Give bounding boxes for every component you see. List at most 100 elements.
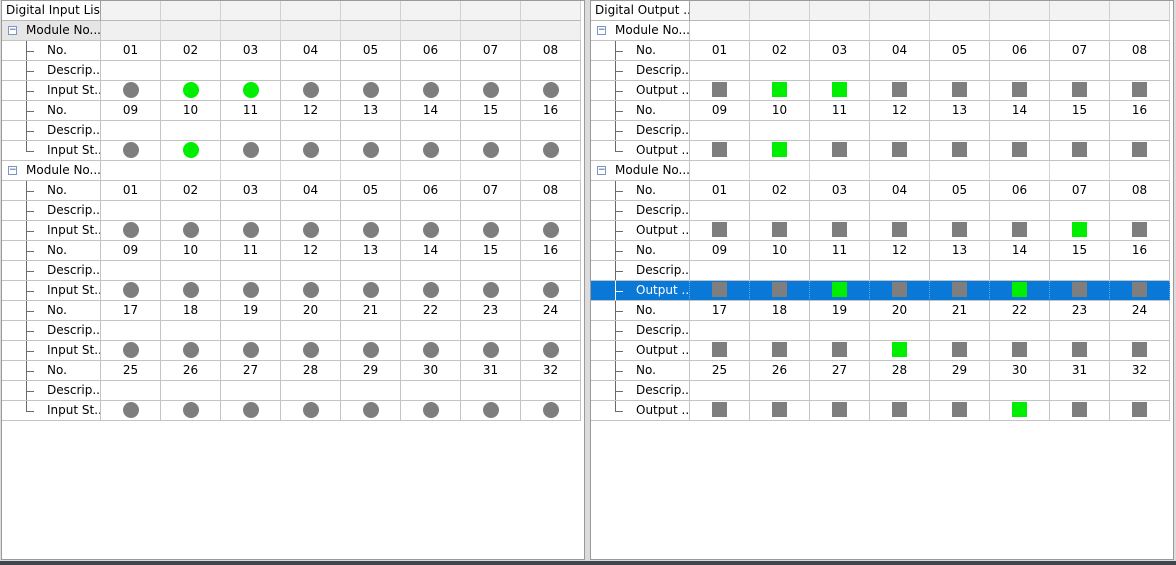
status-cell[interactable] <box>870 401 930 421</box>
status-cell[interactable] <box>461 401 521 421</box>
description-cell[interactable] <box>1050 61 1110 81</box>
status-cell[interactable] <box>810 281 870 301</box>
status-cell[interactable] <box>401 401 461 421</box>
description-cell[interactable] <box>750 201 810 221</box>
number-cell[interactable]: 03 <box>810 41 870 61</box>
status-cell[interactable] <box>101 221 161 241</box>
description-cell[interactable] <box>930 61 990 81</box>
number-cell[interactable]: 01 <box>101 181 161 201</box>
number-cell[interactable]: 02 <box>750 41 810 61</box>
number-row[interactable]: No. 25 26 27 28 29 30 31 32 <box>591 361 1173 381</box>
number-cell[interactable]: 01 <box>690 41 750 61</box>
description-cell[interactable] <box>461 61 521 81</box>
number-cell[interactable]: 23 <box>1050 301 1110 321</box>
status-cell[interactable] <box>750 81 810 101</box>
description-cell[interactable] <box>161 321 221 341</box>
description-cell[interactable] <box>341 261 401 281</box>
description-cell[interactable] <box>870 201 930 221</box>
status-cell[interactable] <box>1110 221 1170 241</box>
status-cell[interactable] <box>521 221 581 241</box>
description-cell[interactable] <box>461 381 521 401</box>
number-cell[interactable]: 02 <box>161 181 221 201</box>
description-cell[interactable] <box>341 61 401 81</box>
description-cell[interactable] <box>221 201 281 221</box>
status-cell[interactable] <box>161 401 221 421</box>
status-cell[interactable] <box>281 281 341 301</box>
description-cell[interactable] <box>690 121 750 141</box>
description-cell[interactable] <box>930 381 990 401</box>
description-cell[interactable] <box>990 201 1050 221</box>
status-cell[interactable] <box>521 341 581 361</box>
number-cell[interactable]: 27 <box>810 361 870 381</box>
column-header[interactable] <box>990 1 1050 21</box>
description-cell[interactable] <box>750 321 810 341</box>
status-cell[interactable] <box>161 221 221 241</box>
status-cell[interactable] <box>990 401 1050 421</box>
status-cell[interactable] <box>221 141 281 161</box>
status-cell[interactable] <box>810 221 870 241</box>
number-cell[interactable]: 13 <box>930 101 990 121</box>
description-cell[interactable] <box>401 261 461 281</box>
description-cell[interactable] <box>1050 381 1110 401</box>
number-cell[interactable]: 06 <box>990 41 1050 61</box>
collapse-icon[interactable]: − <box>8 26 17 35</box>
number-cell[interactable]: 03 <box>221 41 281 61</box>
status-row[interactable]: Input St... <box>2 341 584 361</box>
number-cell[interactable]: 25 <box>101 361 161 381</box>
description-cell[interactable] <box>461 261 521 281</box>
digital-input-panel[interactable]: Digital Input List − Module No... No. 01 02 03… <box>1 0 585 560</box>
column-header[interactable] <box>401 1 461 21</box>
number-cell[interactable]: 32 <box>521 361 581 381</box>
status-cell[interactable] <box>521 401 581 421</box>
status-cell[interactable] <box>341 401 401 421</box>
status-cell[interactable] <box>161 281 221 301</box>
number-cell[interactable]: 15 <box>1050 241 1110 261</box>
number-cell[interactable]: 15 <box>461 241 521 261</box>
number-cell[interactable]: 09 <box>690 101 750 121</box>
status-cell[interactable] <box>750 141 810 161</box>
number-cell[interactable]: 30 <box>401 361 461 381</box>
status-cell[interactable] <box>221 221 281 241</box>
description-cell[interactable] <box>1110 121 1170 141</box>
description-cell[interactable] <box>521 121 581 141</box>
status-cell[interactable] <box>930 141 990 161</box>
description-cell[interactable] <box>521 381 581 401</box>
description-cell[interactable] <box>1050 201 1110 221</box>
number-cell[interactable]: 30 <box>990 361 1050 381</box>
status-cell[interactable] <box>690 141 750 161</box>
description-cell[interactable] <box>690 201 750 221</box>
number-cell[interactable]: 06 <box>401 41 461 61</box>
description-cell[interactable] <box>810 201 870 221</box>
number-cell[interactable]: 31 <box>1050 361 1110 381</box>
number-cell[interactable]: 16 <box>1110 101 1170 121</box>
number-cell[interactable]: 19 <box>221 301 281 321</box>
status-cell[interactable] <box>990 81 1050 101</box>
description-cell[interactable] <box>461 321 521 341</box>
number-cell[interactable]: 10 <box>161 241 221 261</box>
number-cell[interactable]: 06 <box>990 181 1050 201</box>
status-cell[interactable] <box>810 81 870 101</box>
status-cell[interactable] <box>221 281 281 301</box>
description-cell[interactable] <box>1050 321 1110 341</box>
number-cell[interactable]: 17 <box>690 301 750 321</box>
number-cell[interactable]: 16 <box>1110 241 1170 261</box>
column-header[interactable] <box>870 1 930 21</box>
description-cell[interactable] <box>341 321 401 341</box>
status-row[interactable]: Input St... <box>2 221 584 241</box>
description-cell[interactable] <box>750 381 810 401</box>
status-cell[interactable] <box>461 141 521 161</box>
number-cell[interactable]: 13 <box>341 241 401 261</box>
status-cell[interactable] <box>221 341 281 361</box>
description-cell[interactable] <box>750 121 810 141</box>
status-cell[interactable] <box>1050 341 1110 361</box>
status-cell[interactable] <box>341 341 401 361</box>
description-cell[interactable] <box>161 201 221 221</box>
number-cell[interactable]: 12 <box>281 101 341 121</box>
description-cell[interactable] <box>281 201 341 221</box>
number-cell[interactable]: 03 <box>810 181 870 201</box>
description-cell[interactable] <box>690 381 750 401</box>
status-row[interactable]: Output ... <box>591 401 1173 421</box>
number-cell[interactable]: 15 <box>461 101 521 121</box>
number-cell[interactable]: 01 <box>690 181 750 201</box>
description-cell[interactable] <box>401 121 461 141</box>
